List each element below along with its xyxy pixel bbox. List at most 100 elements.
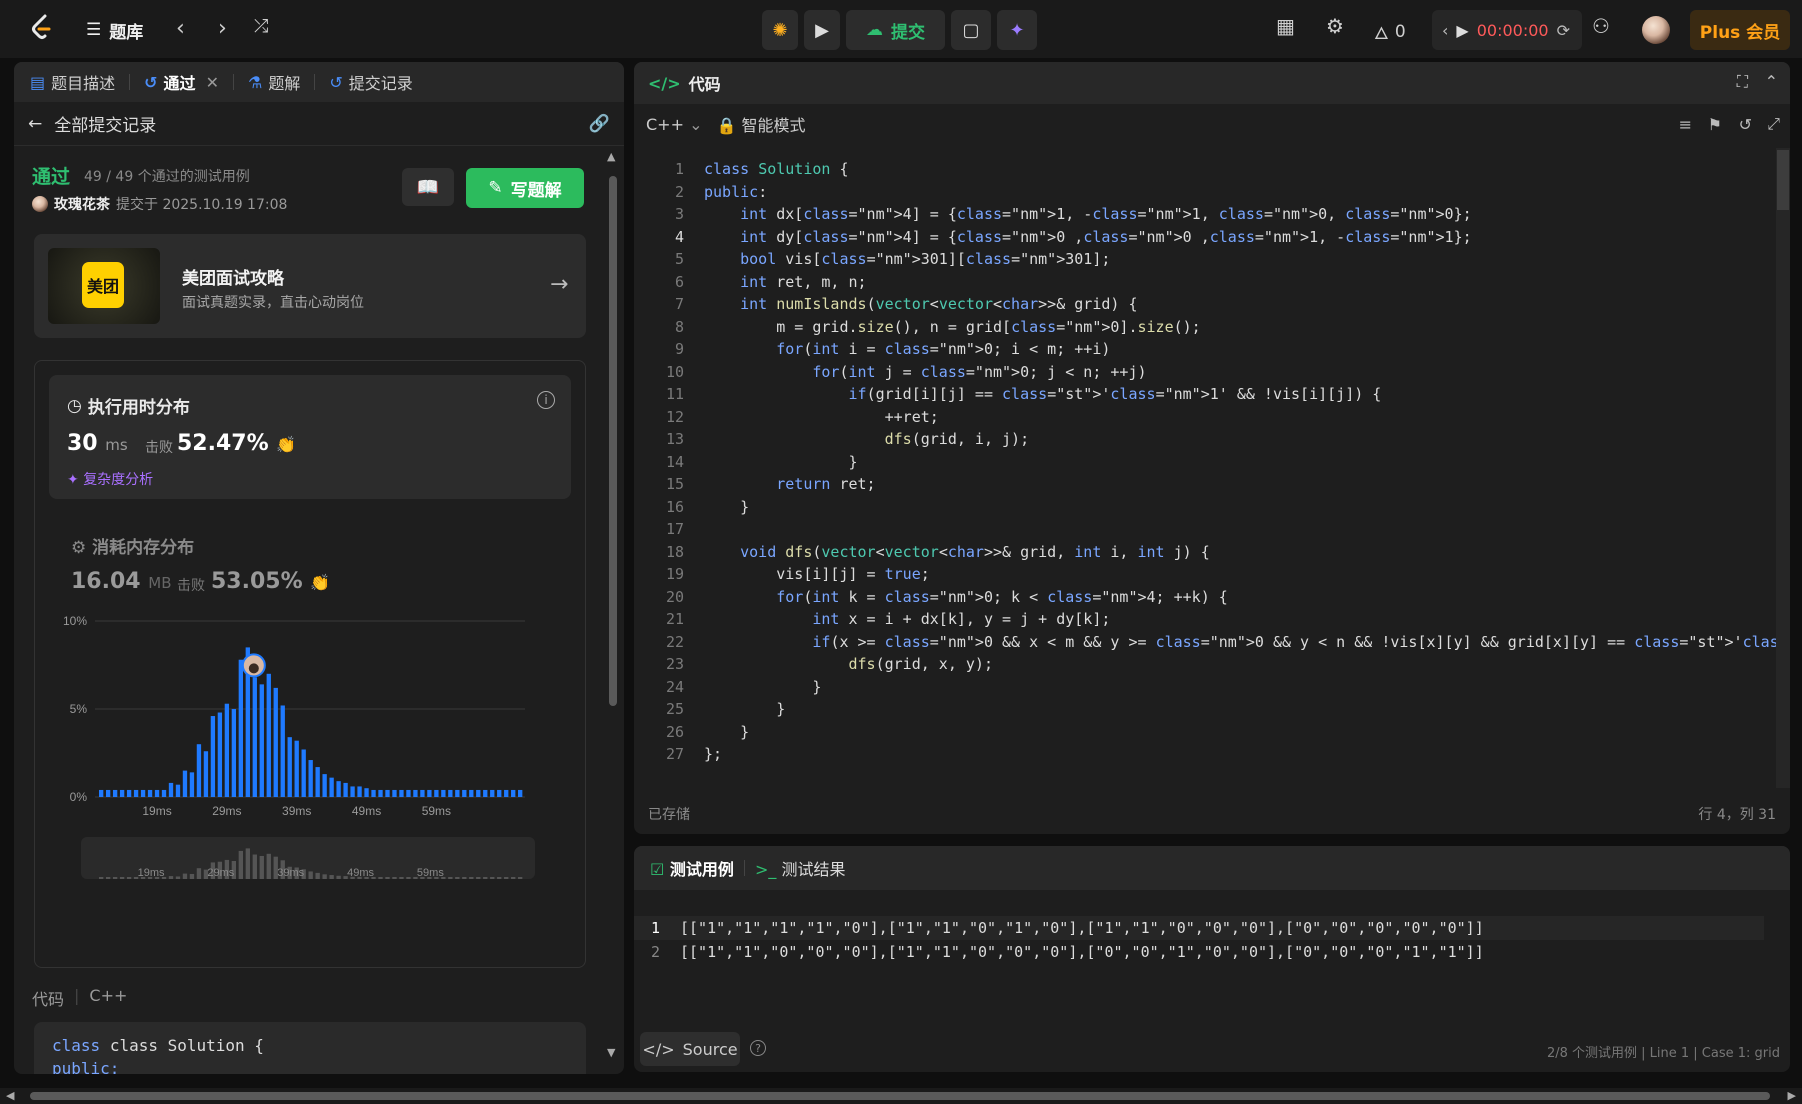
code-line[interactable]: for(int j = class="nm">0; j < n; ++j) bbox=[704, 361, 1790, 384]
chart-bar[interactable] bbox=[350, 786, 355, 797]
code-line[interactable]: m = grid.size(), n = grid[class="nm">0].… bbox=[704, 316, 1790, 339]
code-line[interactable]: if(x >= class="nm">0 && x < m && y >= cl… bbox=[704, 631, 1790, 654]
chart-bar[interactable] bbox=[476, 789, 481, 797]
code-line[interactable]: class Solution { bbox=[704, 158, 1790, 181]
chart-bar[interactable] bbox=[175, 784, 181, 797]
chart-bar[interactable] bbox=[455, 789, 460, 797]
chart-bar[interactable] bbox=[462, 789, 467, 797]
code-line[interactable] bbox=[704, 518, 1790, 541]
run-button[interactable]: ▶ bbox=[804, 10, 840, 50]
format-icon[interactable]: ≡ bbox=[1679, 115, 1692, 134]
close-icon[interactable]: ✕ bbox=[206, 73, 219, 92]
prev-problem-icon[interactable]: ‹ bbox=[176, 16, 185, 41]
all-submissions-link[interactable]: 全部提交记录 bbox=[54, 111, 156, 136]
chart-bar[interactable] bbox=[161, 789, 167, 797]
write-solution-button[interactable]: ✎ 写题解 bbox=[466, 168, 584, 208]
code-content[interactable]: class Solution {public: int dx[class="nm… bbox=[704, 158, 1790, 766]
code-line[interactable]: } bbox=[704, 451, 1790, 474]
chart-bar[interactable] bbox=[371, 789, 376, 797]
code-line[interactable]: } bbox=[704, 721, 1790, 744]
scroll-right-icon[interactable]: ▶ bbox=[1788, 1089, 1796, 1102]
chart-bar[interactable] bbox=[224, 703, 230, 797]
chart-bar[interactable] bbox=[378, 789, 383, 797]
code-line[interactable]: vis[i][j] = true; bbox=[704, 563, 1790, 586]
code-line[interactable]: for(int i = class="nm">0; i < m; ++i) bbox=[704, 338, 1790, 361]
chart-bar[interactable] bbox=[147, 789, 153, 797]
info-icon[interactable]: i bbox=[537, 391, 555, 409]
chart-bar[interactable] bbox=[441, 789, 446, 797]
tab-solutions[interactable]: ⚗ 题解 bbox=[248, 70, 300, 94]
chart-bar[interactable] bbox=[273, 687, 278, 797]
chevron-left-icon[interactable]: ‹ bbox=[1442, 21, 1448, 40]
code-line[interactable]: int x = i + dx[k], y = j + dy[k]; bbox=[704, 608, 1790, 631]
chart-bar[interactable] bbox=[238, 659, 244, 797]
ai-button[interactable]: ✦ bbox=[997, 10, 1037, 50]
code-line[interactable]: } bbox=[704, 496, 1790, 519]
horizontal-scrollbar-thumb[interactable] bbox=[30, 1092, 1770, 1100]
chart-bar[interactable] bbox=[140, 789, 146, 797]
code-line[interactable]: } bbox=[704, 698, 1790, 721]
chart-bar[interactable] bbox=[490, 789, 495, 797]
testcase-line[interactable]: 1 [["1","1","1","1","0"],["1","1","0","1"… bbox=[634, 916, 1764, 940]
code-line[interactable]: void dfs(vector<vector<char>>& grid, int… bbox=[704, 541, 1790, 564]
chart-bar[interactable] bbox=[336, 781, 341, 797]
code-editor[interactable]: 1 2 3 4 5 6 7 8 9 10 11 12 13 14 15 16 17 18 19 20 21 22 23 24 2… bbox=[634, 148, 1790, 788]
code-line[interactable]: int dx[class="nm">4] = {class="nm">1, -c… bbox=[704, 203, 1790, 226]
code-line[interactable]: } bbox=[704, 676, 1790, 699]
chart-bar[interactable] bbox=[420, 789, 425, 797]
chart-bar[interactable] bbox=[448, 789, 453, 797]
expand-icon[interactable]: ⤢ bbox=[1767, 114, 1780, 134]
chart-bar[interactable] bbox=[406, 789, 411, 797]
chart-bar[interactable] bbox=[168, 782, 174, 797]
editor-scrollbar-thumb[interactable] bbox=[1777, 150, 1789, 210]
complexity-analysis-link[interactable]: ✦ 复杂度分析 bbox=[67, 469, 153, 489]
chart-bar[interactable] bbox=[322, 774, 327, 797]
chart-bar[interactable] bbox=[126, 789, 132, 797]
code-line[interactable]: ++ret; bbox=[704, 406, 1790, 429]
collapse-icon[interactable]: ⌃ bbox=[1765, 72, 1778, 91]
scroll-left-icon[interactable]: ◀ bbox=[6, 1089, 14, 1102]
chart-bar[interactable] bbox=[315, 767, 320, 797]
code-line[interactable]: int numIslands(vector<vector<char>>& gri… bbox=[704, 293, 1790, 316]
source-button[interactable]: </> Source bbox=[640, 1032, 740, 1066]
fullscreen-icon[interactable]: ⛶ bbox=[1737, 72, 1748, 92]
chart-bar[interactable] bbox=[99, 789, 104, 797]
chart-bar[interactable] bbox=[266, 673, 271, 797]
chart-bar[interactable] bbox=[343, 782, 348, 797]
code-line[interactable]: return ret; bbox=[704, 473, 1790, 496]
scroll-down-icon[interactable]: ▼ bbox=[607, 1046, 615, 1059]
plus-membership-button[interactable]: Plus 会员 bbox=[1690, 10, 1790, 50]
chart-bar[interactable] bbox=[154, 789, 160, 797]
layout-icon[interactable]: ▦ bbox=[1276, 14, 1295, 38]
runtime-card[interactable]: ◷ 执行用时分布 i 30 ms 击败 52.47% 👏 ✦ 复杂度分析 bbox=[49, 375, 571, 499]
language-select[interactable]: C++ ⌄ bbox=[646, 115, 702, 134]
leetcode-logo-icon[interactable] bbox=[28, 14, 56, 42]
runtime-distribution-chart[interactable]: 10% 5% 0% 19ms 29ms 39ms 49ms 59ms 19ms 29ms 39ms 4… bbox=[55, 601, 575, 961]
testcase-line[interactable]: 2 [["1","1","0","0","0"],["1","1","0","0"… bbox=[634, 940, 1764, 964]
chart-bar[interactable] bbox=[427, 789, 432, 797]
code-line[interactable]: for(int k = class="nm">0; k < class="nm"… bbox=[704, 586, 1790, 609]
user-avatar[interactable] bbox=[32, 196, 48, 212]
tab-accepted[interactable]: ↺ 通过 ✕ bbox=[144, 70, 219, 94]
submit-button[interactable]: ☁ 提交 bbox=[846, 10, 945, 50]
chart-bar[interactable] bbox=[231, 709, 237, 797]
username[interactable]: 玫瑰花茶 bbox=[54, 194, 110, 214]
chart-bar[interactable] bbox=[329, 777, 334, 797]
editor-scrollbar[interactable] bbox=[1776, 148, 1790, 788]
chart-bar[interactable] bbox=[119, 789, 125, 797]
chart-bar[interactable] bbox=[203, 751, 209, 797]
chart-bar[interactable] bbox=[364, 788, 369, 797]
code-line[interactable]: dfs(grid, x, y); bbox=[704, 653, 1790, 676]
code-line[interactable]: if(grid[i][j] == class="st">'class="nm">… bbox=[704, 383, 1790, 406]
tab-submissions[interactable]: ↺ 提交记录 bbox=[329, 70, 412, 94]
bookmark-icon[interactable]: ⚑ bbox=[1708, 115, 1722, 134]
invite-user-icon[interactable]: ⚇ bbox=[1592, 14, 1610, 38]
debug-button[interactable]: ✺ bbox=[762, 10, 798, 50]
chart-bar[interactable] bbox=[133, 789, 139, 797]
notebook-button[interactable]: 📖 bbox=[402, 168, 454, 206]
code-line[interactable]: int dy[class="nm">4] = {class="nm">0 ,cl… bbox=[704, 226, 1790, 249]
next-problem-icon[interactable]: › bbox=[218, 16, 227, 41]
code-line[interactable]: public: bbox=[704, 181, 1790, 204]
chart-bar[interactable] bbox=[217, 712, 223, 797]
chart-bar[interactable] bbox=[483, 789, 488, 797]
